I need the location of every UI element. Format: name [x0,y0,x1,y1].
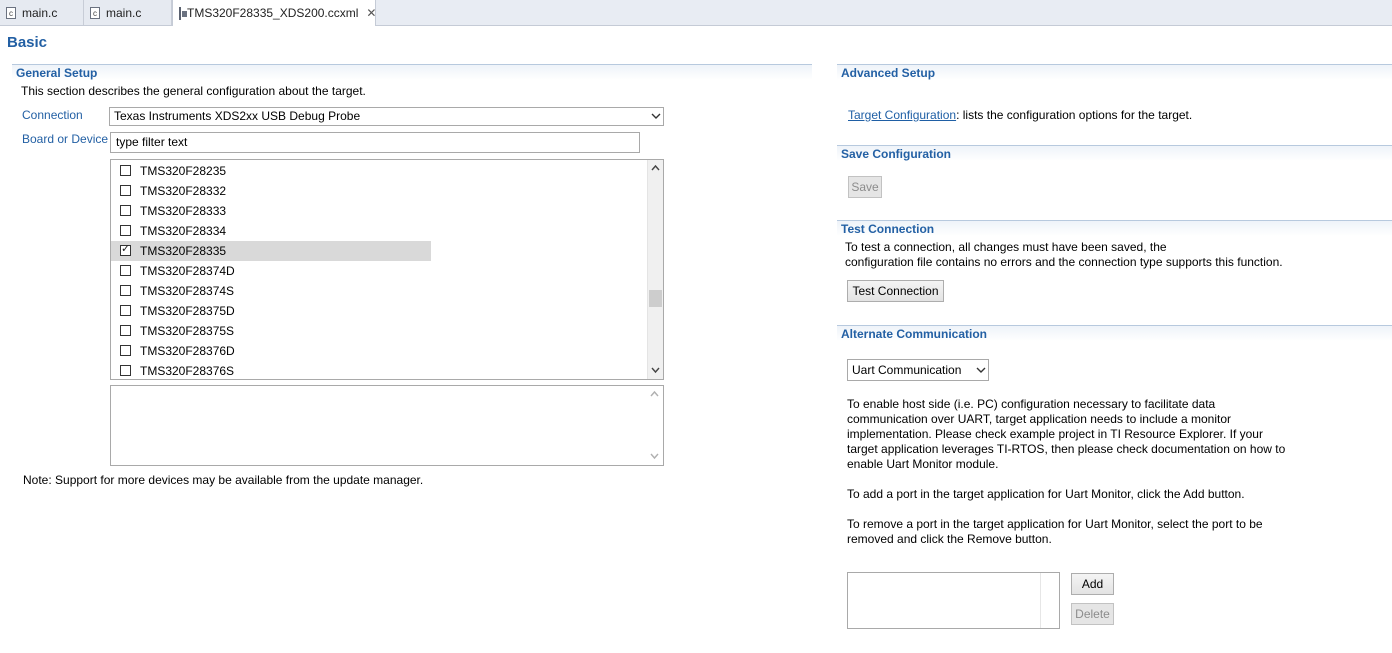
checkbox[interactable] [120,205,131,216]
test-connection-header: Test Connection [837,220,1392,236]
scroll-thumb[interactable] [649,290,662,307]
list-item[interactable]: TMS320F28374D [111,261,431,281]
chevron-down-icon [651,113,661,119]
scroll-down-icon[interactable] [650,452,659,460]
editor-tab-bar: c main.c c main.c TMS320F28335_XDS200.cc… [0,0,1392,26]
connection-select[interactable]: Texas Instruments XDS2xx USB Debug Probe [109,107,664,126]
list-item[interactable]: TMS320F28375D [111,301,431,321]
device-list[interactable]: TMS320F28235 TMS320F28332 TMS320F28333 T… [110,159,664,380]
communication-select[interactable]: Uart Communication [847,359,989,381]
uart-para-1-line2: communication over UART, target applicat… [847,412,1231,426]
device-name: TMS320F28374S [140,284,235,298]
device-name: TMS320F28376S [140,364,235,378]
device-name: TMS320F28235 [140,164,227,178]
list-item[interactable]: TMS320F28333 [111,201,431,221]
uart-para-1-line1: To enable host side (i.e. PC) configurat… [847,397,1216,411]
connection-label: Connection [22,108,83,122]
c-file-icon: c [6,6,16,19]
divider [1040,573,1041,628]
section-title: General Setup [16,66,98,80]
uart-para-3-line1: To remove a port in the target applicati… [847,517,1263,531]
tab-label: TMS320F28335_XDS200.ccxml [187,6,359,20]
checkbox[interactable] [120,225,131,236]
general-setup-header: General Setup [12,64,812,80]
uart-para-1-line5: enable Uart Monitor module. [847,457,999,471]
tab-label: main.c [106,5,142,20]
update-manager-note: Note: Support for more devices may be av… [23,473,424,487]
checkbox[interactable] [120,345,131,356]
test-connection-button[interactable]: Test Connection [847,280,944,302]
vertical-scrollbar[interactable] [647,160,663,379]
vertical-scrollbar[interactable] [647,386,663,465]
checkbox[interactable] [120,265,131,276]
add-port-button[interactable]: Add [1071,573,1114,595]
uart-port-list[interactable] [847,572,1060,629]
scroll-down-icon[interactable] [651,366,660,374]
ccxml-file-icon [179,6,187,20]
link-suffix: : lists the configuration options for th… [956,108,1193,122]
device-name: TMS320F28374D [140,264,235,278]
uart-para-1-line4: target application leverages TI-RTOS, th… [847,442,1286,456]
connection-value: Texas Instruments XDS2xx USB Debug Probe [114,109,361,123]
test-connection-line2: configuration file contains no errors an… [845,255,1283,269]
section-title: Test Connection [841,222,935,236]
checkbox[interactable] [120,305,131,316]
device-name: TMS320F28333 [140,204,227,218]
device-name: TMS320F28375S [140,324,235,338]
section-title: Advanced Setup [841,66,936,80]
test-connection-line1: To test a connection, all changes must h… [845,240,1167,254]
filter-placeholder: type filter text [116,135,188,149]
device-name: TMS320F28376D [140,344,235,358]
list-item[interactable]: TMS320F28332 [111,181,431,201]
list-item[interactable]: TMS320F28334 [111,221,431,241]
tab-main-c-2[interactable]: c main.c [84,0,172,25]
list-item[interactable]: TMS320F28376D [111,341,431,361]
delete-port-button[interactable]: Delete [1071,603,1114,625]
c-file-icon: c [90,6,100,19]
advanced-setup-text: Target Configuration: lists the configur… [848,108,1192,123]
communication-value: Uart Communication [852,363,962,377]
save-button[interactable]: Save [848,176,882,198]
close-icon[interactable]: ✕ [366,6,376,20]
list-item[interactable]: TMS320F28374S [111,281,431,301]
advanced-setup-header: Advanced Setup [837,64,1392,80]
tab-main-c-1[interactable]: c main.c [0,0,84,25]
device-name: TMS320F28335 [140,244,227,258]
checkbox[interactable] [120,185,131,196]
checkbox[interactable] [120,365,131,376]
page-title: Basic [7,34,48,51]
alternate-communication-header: Alternate Communication [837,325,1392,341]
checkbox[interactable] [120,325,131,336]
checkbox[interactable] [120,285,131,296]
device-name: TMS320F28332 [140,184,227,198]
checkbox-checked[interactable] [120,242,131,256]
target-configuration-link[interactable]: Target Configuration [848,108,956,122]
uart-para-1-line3: implementation. Please check example pro… [847,427,1263,441]
uart-para-2: To add a port in the target application … [847,487,1245,501]
device-filter-input[interactable]: type filter text [110,132,640,153]
device-name: TMS320F28375D [140,304,235,318]
chevron-down-icon [976,367,986,373]
tab-label: main.c [22,5,58,20]
board-or-device-label: Board or Device [22,132,109,146]
section-title: Alternate Communication [841,327,988,341]
scroll-up-icon[interactable] [651,164,660,172]
scroll-up-icon[interactable] [650,390,659,398]
checkbox[interactable] [120,165,131,176]
device-name: TMS320F28334 [140,224,227,238]
list-item[interactable]: TMS320F28376S [111,361,431,379]
list-item[interactable]: TMS320F28235 [111,161,431,181]
save-configuration-header: Save Configuration [837,145,1392,161]
general-setup-description: This section describes the general confi… [21,84,366,98]
list-item[interactable]: TMS320F28375S [111,321,431,341]
section-title: Save Configuration [841,147,952,161]
tab-ccxml[interactable]: TMS320F28335_XDS200.ccxml ✕ [172,0,376,26]
uart-para-3-line2: removed and click the Remove button. [847,532,1052,546]
list-item-selected[interactable]: TMS320F28335 [111,241,431,261]
device-description-box[interactable] [110,385,664,466]
